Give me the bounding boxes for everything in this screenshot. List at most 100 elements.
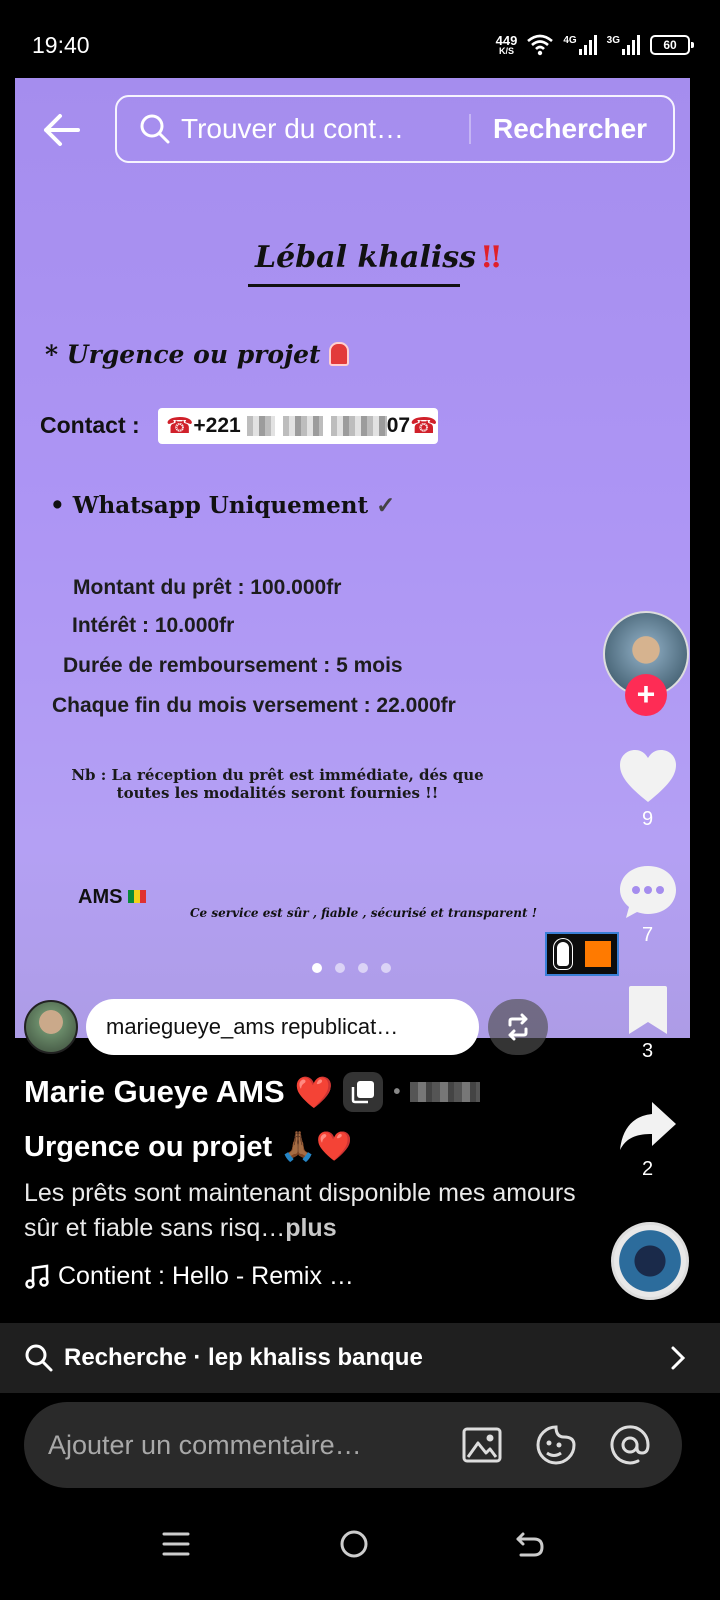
- poster-ams-text: AMS: [78, 886, 123, 908]
- poster-whatsapp-text: • Whatsapp Uniquement: [50, 492, 369, 519]
- repost-text: mariegueye_ams republicat…: [106, 1014, 399, 1039]
- author-name[interactable]: Marie Gueye AMS ❤️ •: [24, 1072, 481, 1112]
- comment-input[interactable]: Ajouter un commentaire…: [48, 1430, 460, 1461]
- caption-body[interactable]: Les prêts sont maintenant disponible mes…: [24, 1176, 584, 1246]
- like-count: 9: [641, 808, 654, 830]
- search-button[interactable]: Rechercher: [493, 113, 647, 145]
- net-speed: 449 K/S: [496, 34, 518, 56]
- sticker-icon[interactable]: [534, 1423, 578, 1467]
- battery-icon: 60: [650, 35, 694, 55]
- save-action[interactable]: 3: [600, 984, 695, 1063]
- author-name-text: Marie Gueye AMS: [24, 1074, 285, 1109]
- blurred-digits: [330, 416, 387, 436]
- search-divider: [469, 114, 471, 144]
- carousel-dots: [312, 963, 391, 973]
- phone-prefix: +221: [193, 414, 241, 437]
- menu-button[interactable]: [146, 1514, 206, 1574]
- related-search-label: Recherche · lep khaliss banque: [64, 1344, 423, 1371]
- poster-contact-label: Contact :: [40, 412, 140, 438]
- heart-icon: [619, 750, 676, 802]
- checkmark-icon: ✓: [376, 492, 396, 519]
- save-count: 3: [641, 1040, 654, 1062]
- comment-action[interactable]: 7: [600, 864, 695, 947]
- repost-button[interactable]: [488, 999, 548, 1055]
- telephone-icon: ☎: [166, 413, 194, 438]
- poster-interet: Intérêt : 10.000fr: [72, 614, 235, 637]
- status-bar: 19:40 449 K/S 4G 3G 60: [0, 0, 720, 80]
- back-arrow-icon: [44, 114, 80, 146]
- network-4g-label: 4G: [563, 35, 577, 46]
- repost-bubble[interactable]: mariegueye_ams republicat…: [86, 999, 479, 1055]
- poster-ams: AMS: [78, 886, 147, 909]
- related-search[interactable]: Recherche · lep khaliss banque: [0, 1323, 720, 1393]
- status-time: 19:40: [32, 32, 90, 58]
- search-input[interactable]: Trouver du cont…: [181, 113, 451, 145]
- carousel-dot: [381, 963, 391, 973]
- blurred-digits: [246, 416, 275, 436]
- at-icon[interactable]: [608, 1423, 652, 1467]
- search-bar[interactable]: Trouver du cont… Rechercher: [115, 95, 675, 163]
- caption-title-text: Urgence ou projet: [24, 1131, 273, 1163]
- music-info[interactable]: Contient : Hello - Remix …: [24, 1262, 354, 1291]
- poster-urgence-text: * Urgence ou projet: [45, 340, 321, 369]
- like-action[interactable]: 9: [600, 748, 695, 831]
- wifi-icon: [527, 34, 554, 56]
- telephone-icon: ☎: [410, 413, 438, 438]
- back-nav-button[interactable]: [500, 1514, 560, 1574]
- poster-versement: Chaque fin du mois versement : 22.000fr: [52, 694, 456, 717]
- system-nav-bar: [0, 1490, 720, 1600]
- poster-phone: ☎ +221 07 ☎: [158, 408, 438, 444]
- signal-bars-icon: [622, 35, 640, 55]
- caption-title: Urgence ou projet 🙏🏾❤️: [24, 1130, 352, 1164]
- carousel-badge-icon: [343, 1072, 384, 1112]
- back-button[interactable]: [40, 108, 84, 152]
- chevron-right-icon: [671, 1346, 686, 1370]
- battery-level: 60: [663, 38, 677, 52]
- carousel-dot: [335, 963, 345, 973]
- network-3g-label: 3G: [606, 35, 620, 46]
- search-icon: [140, 114, 170, 144]
- poster-nb: Nb : La réception du prêt est immédiate,…: [71, 766, 484, 802]
- separator-dot: •: [393, 1080, 401, 1103]
- more-link[interactable]: plus: [285, 1214, 336, 1242]
- phone-suffix: 07: [386, 414, 411, 437]
- poster-title-underline: [248, 284, 460, 287]
- double-exclamation-icon: ‼: [482, 240, 501, 275]
- reposter-avatar[interactable]: [24, 1000, 78, 1054]
- poster-whatsapp: • Whatsapp Uniquement ✓: [50, 492, 395, 519]
- blurred-digits: [282, 416, 323, 436]
- blurred-date: [410, 1082, 481, 1102]
- status-icons: 449 K/S 4G 3G 60: [496, 30, 694, 60]
- repost-icon: [508, 1013, 528, 1041]
- penguin-icon: [553, 939, 572, 969]
- signal-4g: 4G: [563, 35, 597, 55]
- senegal-flag-icon: [128, 890, 147, 903]
- carousel-dot: [312, 963, 322, 973]
- net-speed-unit: K/S: [498, 46, 514, 56]
- comment-bar[interactable]: Ajouter un commentaire…: [24, 1402, 682, 1488]
- poster-service: Ce service est sûr , fiable , sécurisé e…: [190, 906, 537, 920]
- music-note-icon: [25, 1264, 49, 1289]
- poster-title-text: Lébal khaliss: [255, 240, 477, 275]
- search-icon: [25, 1344, 53, 1372]
- comment-count: 7: [641, 924, 654, 946]
- carousel-dot: [358, 963, 368, 973]
- music-disc[interactable]: [611, 1222, 689, 1300]
- share-count: 2: [641, 1158, 654, 1180]
- bookmark-icon: [628, 986, 667, 1034]
- image-icon[interactable]: [460, 1423, 504, 1467]
- home-button[interactable]: [324, 1514, 384, 1574]
- poster-title: Lébal khaliss ‼: [255, 240, 501, 275]
- poster-urgence: * Urgence ou projet: [45, 340, 349, 369]
- caption-emoji: 🙏🏾❤️: [280, 1131, 353, 1163]
- follow-plus-button[interactable]: +: [625, 674, 667, 716]
- share-action[interactable]: 2: [600, 1098, 695, 1181]
- back-nav-icon: [516, 1532, 544, 1557]
- poster-montant: Montant du prêt : 100.000fr: [73, 576, 342, 599]
- siren-icon: [328, 342, 349, 366]
- poster-duree: Durée de remboursement : 5 mois: [63, 654, 403, 677]
- comment-icon: [619, 866, 676, 918]
- home-circle-icon: [340, 1530, 368, 1558]
- signal-bars-icon: [578, 35, 597, 55]
- menu-icon: [162, 1532, 190, 1556]
